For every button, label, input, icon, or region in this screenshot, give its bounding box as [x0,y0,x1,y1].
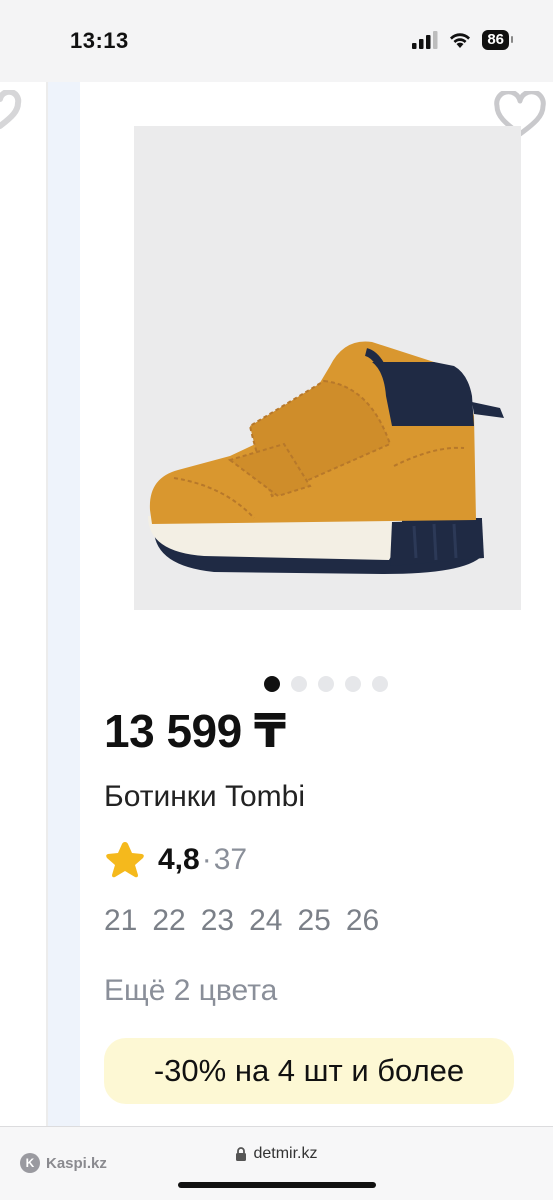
battery-icon: 86 [482,30,513,50]
rating-value: 4,8 [158,843,200,876]
more-colors-link[interactable]: Ещё 2 цвета [104,974,277,1008]
size-option: 25 [297,904,331,937]
status-time: 13:13 [70,28,129,53]
carousel-dot[interactable] [318,676,334,692]
previous-card-favorite-button[interactable] [0,88,22,135]
url-text: detmir.kz [253,1145,318,1162]
carousel-dot[interactable] [291,676,307,692]
image-carousel-dots[interactable] [264,676,388,692]
size-option: 23 [200,904,235,937]
home-indicator [178,1182,376,1188]
address-bar[interactable]: detmir.kz [0,1145,553,1163]
carousel-dot[interactable] [372,676,388,692]
product-rating[interactable]: 4,8 · 37 [104,838,247,882]
size-option: 24 [249,904,283,937]
size-option: 22 [152,904,186,937]
browser-bottom-bar: K Kaspi.kz detmir.kz [0,1126,553,1200]
star-icon [106,842,144,878]
heart-outline-icon [0,88,22,129]
reviews-count: 37 [213,843,248,876]
product-title[interactable]: Ботинки Tombi [104,780,305,814]
size-option: 21 [104,904,138,937]
wifi-icon [450,33,471,48]
product-image[interactable] [134,126,521,610]
product-price: 13 599 ₸ [104,705,286,757]
cellular-signal-icon [412,31,438,49]
promo-badge: -30% на 4 шт и более [104,1038,514,1104]
size-option: 26 [345,904,380,937]
available-sizes: 21 22 23 24 25 26 [104,904,379,938]
side-stripe [48,82,80,1126]
status-icons: 86 [412,30,513,50]
product-card-area: 13 599 ₸ Ботинки Tombi 4,8 · 37 21 22 23… [0,82,553,1126]
carousel-dot[interactable] [345,676,361,692]
status-bar: 13:13 86 [0,0,553,82]
boot-illustration [148,341,504,574]
carousel-dot[interactable] [264,676,280,692]
lock-icon [236,1147,247,1161]
rating-separator: · [201,843,212,876]
